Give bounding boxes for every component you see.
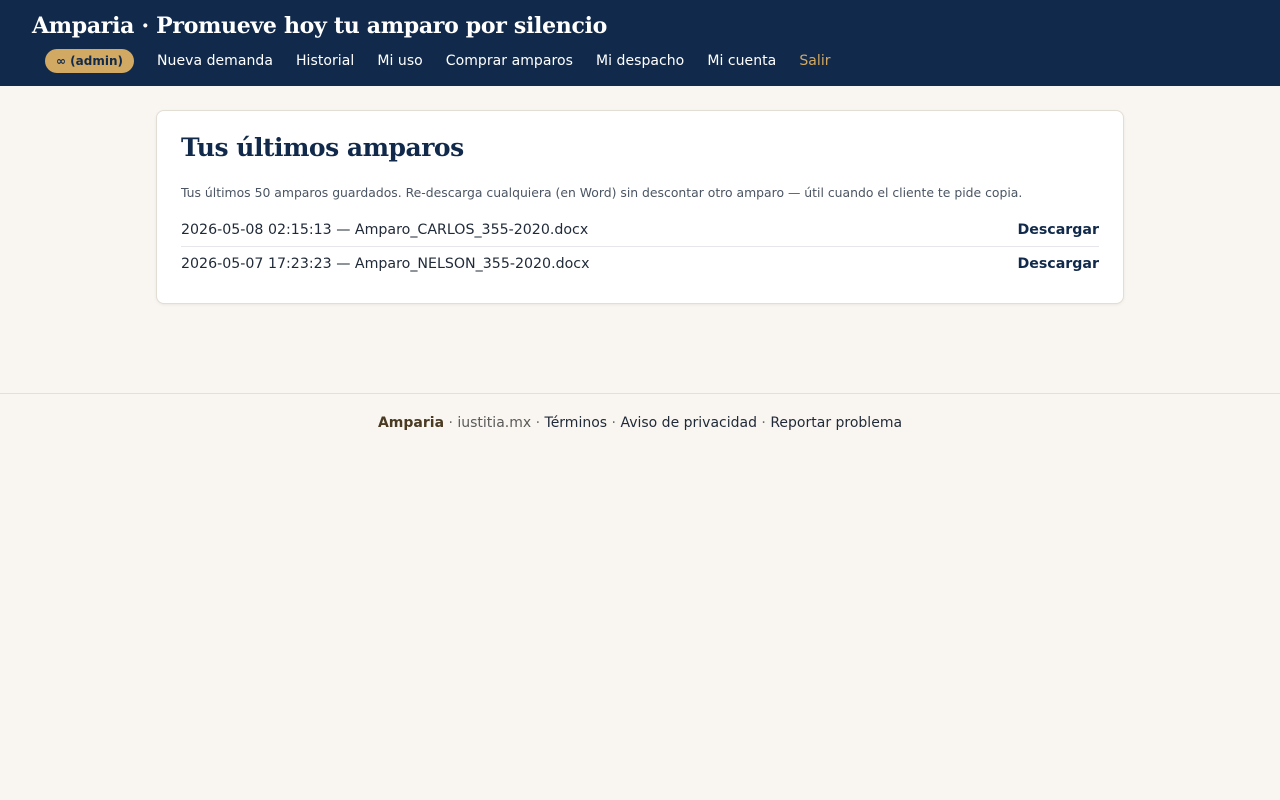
footer-separator: ·: [535, 415, 541, 431]
recent-amparos-card: Tus últimos amparos Tus últimos 50 ampar…: [156, 110, 1124, 304]
privacy-link[interactable]: Aviso de privacidad: [620, 415, 757, 431]
logout-link[interactable]: Salir: [799, 53, 830, 69]
top-header: Amparia · Promueve hoy tu amparo por sil…: [0, 0, 1280, 86]
list-item: 2026-05-08 02:15:13 — Amparo_CARLOS_355-…: [181, 213, 1099, 247]
terms-link[interactable]: Términos: [545, 415, 608, 431]
nav-comprar-amparos[interactable]: Comprar amparos: [446, 53, 573, 69]
report-problem-link[interactable]: Reportar problema: [770, 415, 902, 431]
site-footer: Amparia · iustitia.mx · Términos · Aviso…: [0, 393, 1280, 453]
nav-historial[interactable]: Historial: [296, 53, 354, 69]
nav-mi-despacho[interactable]: Mi despacho: [596, 53, 684, 69]
nav-mi-uso[interactable]: Mi uso: [377, 53, 422, 69]
amparo-entry: 2026-05-08 02:15:13 — Amparo_CARLOS_355-…: [181, 221, 589, 238]
footer-separator: ·: [761, 415, 766, 431]
main-nav: ∞ (admin) Nueva demanda Historial Mi uso…: [45, 49, 831, 73]
admin-badge: ∞ (admin): [45, 49, 134, 73]
page-description: Tus últimos 50 amparos guardados. Re-des…: [181, 185, 1023, 200]
footer-brand: Amparia: [377, 415, 445, 431]
list-item: 2026-05-07 17:23:23 — Amparo_NELSON_355-…: [181, 247, 1099, 281]
footer-separator: ·: [448, 415, 453, 431]
nav-nueva-demanda[interactable]: Nueva demanda: [157, 53, 273, 69]
footer-domain: iustitia.mx: [457, 415, 532, 431]
footer-separator: ·: [611, 415, 616, 431]
download-link[interactable]: Descargar: [1017, 256, 1099, 272]
download-link[interactable]: Descargar: [1017, 222, 1099, 238]
site-title: Amparia · Promueve hoy tu amparo por sil…: [32, 13, 608, 39]
amparo-entry: 2026-05-07 17:23:23 — Amparo_NELSON_355-…: [181, 256, 590, 272]
page-title: Tus últimos amparos: [181, 133, 464, 162]
nav-mi-cuenta[interactable]: Mi cuenta: [707, 53, 776, 69]
